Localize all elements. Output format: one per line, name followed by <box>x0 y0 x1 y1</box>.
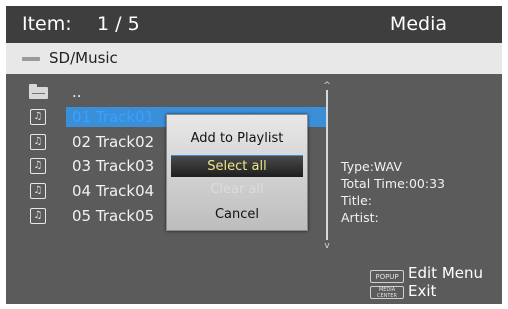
track-info-panel: Type:WAV Total Time:00:33 Title: Artist: <box>341 159 445 227</box>
music-note-icon: ♫ <box>30 134 46 150</box>
info-artist: Artist: <box>341 210 379 225</box>
scroll-down-icon[interactable]: v <box>322 242 332 251</box>
media-center-key-badge: MEDIA CENTER <box>370 286 404 299</box>
current-path: SD/Music <box>49 49 118 67</box>
header-bar: Item: 1 / 5 Media <box>6 6 502 43</box>
menu-item-cancel[interactable]: Cancel <box>171 204 303 226</box>
menu-item-clear-all: Clear all <box>210 182 264 197</box>
music-note-icon: ♫ <box>30 208 46 224</box>
item-label: Item: <box>22 13 72 35</box>
section-title: Media <box>389 13 447 35</box>
info-type: Type:WAV <box>341 159 402 174</box>
popup-key-badge: POPUP <box>370 270 404 283</box>
popup-menu: Add to Playlist Select all Clear all Can… <box>166 114 308 231</box>
hint-exit: Exit <box>408 282 437 300</box>
list-scrollbar[interactable]: ^ v <box>323 82 331 251</box>
list-item-label: .. <box>72 83 82 101</box>
list-item-label: 03 Track03 <box>72 157 155 175</box>
list-item-label: 04 Track04 <box>72 182 155 200</box>
music-note-icon: ♫ <box>30 158 46 174</box>
menu-item-select-all[interactable]: Select all <box>171 155 303 177</box>
music-note-icon: ♫ <box>30 109 46 125</box>
scroll-up-icon[interactable]: ^ <box>322 82 332 91</box>
item-count: 1 / 5 <box>97 13 140 35</box>
info-title: Title: <box>341 193 372 208</box>
path-bar: SD/Music <box>6 43 502 74</box>
folder-up-icon <box>29 84 48 99</box>
menu-item-add-to-playlist[interactable]: Add to Playlist <box>171 128 303 150</box>
info-total-time: Total Time:00:33 <box>341 176 445 191</box>
list-item-label: 01 Track01 <box>72 108 155 126</box>
music-note-icon: ♫ <box>30 183 46 199</box>
media-screen: Item: 1 / 5 Media SD/Music .. ♫ 01 Track… <box>6 6 502 304</box>
hint-edit-menu: Edit Menu <box>408 264 483 282</box>
list-item-parent-folder[interactable]: .. <box>6 82 336 104</box>
scrollbar-track <box>326 90 328 240</box>
list-item-label: 02 Track02 <box>72 133 155 151</box>
list-item-label: 05 Track05 <box>72 207 155 225</box>
folder-icon <box>22 57 40 61</box>
